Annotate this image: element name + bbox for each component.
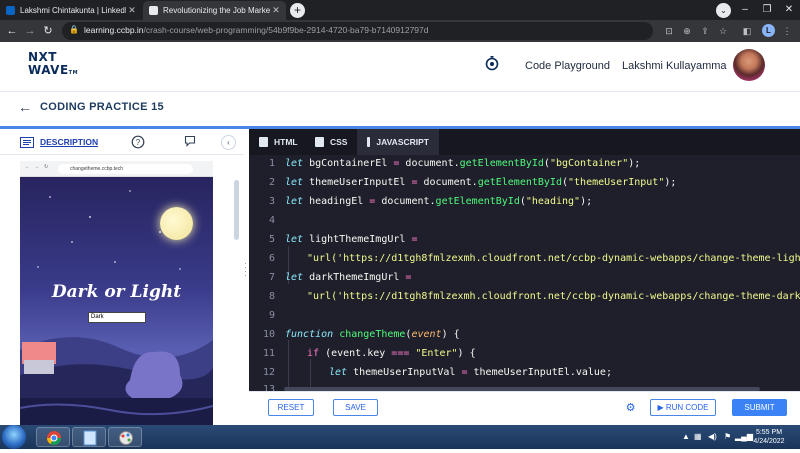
code-line: 11 if (event.key === "Enter") {	[262, 348, 476, 359]
help-icon[interactable]: ?	[131, 135, 145, 149]
tab-description[interactable]: DESCRIPTION	[40, 137, 98, 147]
run-code-label: RUN CODE	[665, 403, 709, 412]
css3-icon	[315, 137, 324, 147]
hills-illustration	[20, 336, 213, 425]
bookmark-star-icon[interactable]: ☆	[716, 24, 730, 38]
run-code-button[interactable]: ▶ RUN CODE	[650, 399, 716, 416]
code-playground-link[interactable]: Code Playground	[525, 60, 610, 72]
url-domain: learning.ccbp.in	[84, 25, 144, 35]
url-path: /crash-course/web-programming/54b9f9be-2…	[143, 25, 429, 35]
browser-tab-nxtwave[interactable]: Revolutionizing the Job Market | ✕	[143, 1, 286, 20]
tab-title: Revolutionizing the Job Market |	[163, 6, 270, 15]
nxtwave-logo[interactable]: NXT WAVETM	[28, 51, 78, 80]
side-panel-icon[interactable]: ◧	[740, 24, 754, 38]
code-line: 5 let lightThemeImgUrl =	[268, 234, 418, 245]
tab-search-button[interactable]: ⌄	[716, 3, 731, 18]
tab-javascript[interactable]: JAVASCRIPT	[357, 129, 439, 155]
svg-text:?: ?	[136, 138, 141, 147]
code-line: 1 let bgContainerEl = document.getElement…	[268, 158, 641, 169]
tab-divider	[0, 154, 244, 155]
maximize-button[interactable]: ❐	[756, 0, 778, 20]
user-avatar[interactable]	[733, 49, 765, 81]
minimize-button[interactable]: –	[734, 0, 756, 20]
code-line: 7 let darkThemeImgUrl =	[268, 272, 412, 283]
comments-icon[interactable]	[183, 135, 197, 149]
description-icon	[20, 137, 34, 148]
code-line: 9	[268, 310, 275, 321]
notes-taskbar-app[interactable]	[72, 427, 106, 447]
preview-back-icon: ←	[25, 164, 30, 170]
code-line: 3 let headingEl = document.getElementById…	[268, 196, 593, 207]
reload-icon[interactable]: ↻	[40, 23, 56, 39]
tab-css[interactable]: CSS	[305, 129, 357, 155]
profile-avatar[interactable]: L	[762, 24, 775, 37]
submit-button[interactable]: SUBMIT	[732, 399, 787, 416]
javascript-icon	[367, 137, 371, 147]
tab-title: Lakshmi Chintakunta | LinkedIn	[20, 6, 126, 15]
preview-url: changetheme.ccbp.tech	[58, 164, 193, 174]
window-close-button[interactable]: ✕	[778, 0, 800, 20]
code-line: 4	[268, 215, 275, 226]
preview-heading: Dark or Light	[51, 282, 182, 302]
volume-icon[interactable]: ◀)	[708, 432, 717, 441]
tab-label: HTML	[274, 137, 298, 147]
save-button[interactable]: SAVE	[333, 399, 378, 416]
tab-html[interactable]: HTML	[249, 129, 308, 155]
editor-footer	[249, 391, 800, 425]
tab-label: JAVASCRIPT	[376, 137, 429, 147]
clock-time: 5:55 PM	[755, 429, 783, 436]
install-app-icon[interactable]: ⊡	[662, 24, 676, 38]
preview-browser-chrome: ← → ↻ changetheme.ccbp.tech	[20, 161, 213, 177]
preview-theme-input: Dark	[88, 312, 146, 323]
start-button[interactable]	[2, 425, 26, 449]
browser-tab-linkedin[interactable]: Lakshmi Chintakunta | LinkedIn ✕	[0, 1, 142, 20]
stars-illustration	[37, 190, 181, 270]
tab-label: CSS	[330, 137, 348, 147]
code-line: 10 function changeTheme(event) {	[262, 329, 460, 340]
paint-icon	[119, 431, 133, 445]
flag-icon[interactable]: ⚑	[724, 432, 731, 441]
paint-taskbar-app[interactable]	[108, 427, 142, 447]
timer-icon[interactable]	[484, 55, 500, 71]
notes-icon	[83, 430, 97, 446]
code-line: 8 "url('https://d1tgh8fmlzexmh.cloudfront…	[268, 291, 800, 302]
close-icon[interactable]: ✕	[126, 5, 138, 16]
taskbar-clock[interactable]: 5:55 PM 4/24/2022	[745, 428, 793, 446]
zoom-icon[interactable]: ⊕	[680, 24, 694, 38]
url-text: learning.ccbp.in/crash-course/web-progra…	[84, 25, 429, 35]
page-title: CODING PRACTICE 15	[40, 101, 164, 113]
back-arrow-icon[interactable]: ←	[18, 99, 32, 115]
preview-reload-icon: ↻	[44, 164, 49, 170]
code-line: 6 "url('https://d1tgh8fmlzexmh.cloudfront…	[268, 253, 800, 264]
html5-icon	[259, 137, 268, 147]
reset-button[interactable]: RESET	[268, 399, 314, 416]
network-icon[interactable]: ▦	[694, 432, 702, 441]
share-icon[interactable]: ⇪	[698, 24, 712, 38]
play-icon: ▶	[657, 403, 666, 412]
lock-icon: 🔒	[69, 25, 79, 34]
user-name[interactable]: Lakshmi Kullayamma	[622, 60, 727, 72]
linkedin-icon	[6, 6, 15, 15]
back-icon[interactable]: ←	[4, 23, 20, 39]
address-bar[interactable]: 🔒 learning.ccbp.in/crash-course/web-prog…	[62, 22, 653, 40]
tray-expand-icon[interactable]: ▲	[682, 432, 690, 441]
gear-icon[interactable]: ⚙	[624, 402, 637, 415]
close-icon[interactable]: ✕	[270, 5, 282, 16]
panel-resize-handle[interactable]: · · · ·	[244, 260, 248, 280]
chrome-taskbar-app[interactable]	[36, 427, 70, 447]
code-line: 2 let themeUserInputEl = document.getElem…	[268, 177, 677, 188]
preview-forward-icon: →	[34, 164, 39, 170]
forward-icon[interactable]: →	[22, 23, 38, 39]
description-scrollbar[interactable]	[234, 180, 239, 240]
logo-line-2: WAVETM	[28, 63, 79, 77]
clock-date: 4/24/2022	[753, 438, 785, 445]
collapse-panel-button[interactable]: ‹	[221, 135, 236, 150]
chrome-icon	[47, 431, 61, 445]
nxtwave-favicon-icon	[149, 6, 158, 15]
menu-icon[interactable]: ⋮	[780, 24, 794, 38]
new-tab-button[interactable]: +	[290, 3, 305, 18]
